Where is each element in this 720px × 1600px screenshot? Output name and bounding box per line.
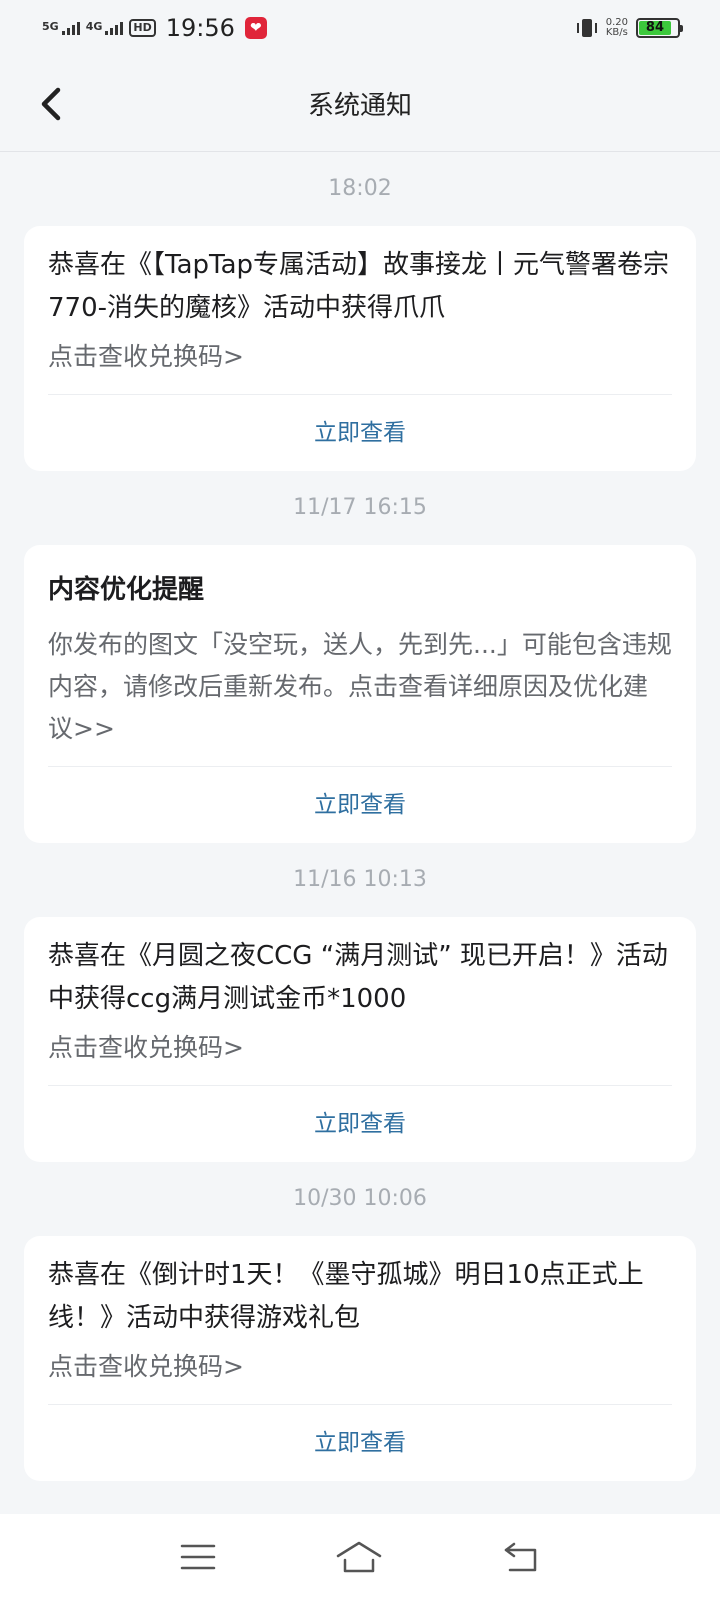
app-header: 系统通知 (0, 56, 720, 152)
notification-card[interactable]: 内容优化提醒 你发布的图文「没空玩，送人，先到先...」可能包含违规内容，请修改… (24, 545, 696, 843)
status-right: 0.20 KB/s 84 (576, 17, 683, 39)
4g-signal-icon: 4G (86, 21, 124, 35)
notification-body-link[interactable]: 点击查收兑换码> (48, 1340, 672, 1404)
view-now-button[interactable]: 立即查看 (48, 767, 672, 843)
5g-signal-icon: 5G (42, 21, 80, 35)
notification-timestamp: 11/16 10:13 (293, 867, 427, 892)
vibrate-icon (576, 17, 598, 39)
status-bar: 5G 4G HD 19:56 ❤ 0.20 KB/s 84 (0, 0, 720, 56)
battery-level: 84 (639, 21, 671, 35)
hd-voice-icon: HD (129, 19, 156, 37)
notification-timestamp: 11/17 16:15 (293, 495, 427, 520)
net2-label: 4G (85, 20, 103, 33)
speed-unit: KB/s (605, 27, 628, 38)
page-title: 系统通知 (307, 91, 412, 121)
view-now-button[interactable]: 立即查看 (48, 395, 672, 471)
notification-title: 内容优化提醒 (48, 575, 205, 605)
network-speed: 0.20 KB/s (606, 18, 628, 38)
chevron-left-icon (41, 87, 61, 121)
notification-title: 恭喜在《倒计时1天！《墨守孤城》明日10点正式上线！》活动中获得游戏礼包 (48, 1260, 644, 1333)
menu-icon[interactable] (180, 1542, 216, 1572)
system-nav-bar (0, 1514, 720, 1600)
back-button[interactable] (36, 82, 72, 126)
clock: 19:56 (165, 14, 235, 42)
view-now-button[interactable]: 立即查看 (48, 1086, 672, 1162)
notification-title: 恭喜在《【TapTap专属活动】故事接龙丨元气警署卷宗770-消失的魔核》活动中… (48, 250, 670, 323)
notification-title: 恭喜在《月圆之夜CCG “满月测试” 现已开启！》活动中获得ccg满月测试金币*… (48, 941, 668, 1014)
view-now-button[interactable]: 立即查看 (48, 1405, 672, 1481)
notification-card[interactable]: 恭喜在《月圆之夜CCG “满月测试” 现已开启！》活动中获得ccg满月测试金币*… (24, 917, 696, 1162)
notification-card[interactable]: 恭喜在《【TapTap专属活动】故事接龙丨元气警署卷宗770-消失的魔核》活动中… (24, 226, 696, 471)
battery-icon: 84 (636, 18, 683, 38)
notification-card[interactable]: 恭喜在《倒计时1天！《墨守孤城》明日10点正式上线！》活动中获得游戏礼包 点击查… (24, 1236, 696, 1481)
app-notification-icon: ❤ (244, 17, 267, 39)
notification-list[interactable]: 18:02 恭喜在《【TapTap专属活动】故事接龙丨元气警署卷宗770-消失的… (0, 152, 720, 1481)
back-icon[interactable] (502, 1541, 540, 1573)
notification-body-link[interactable]: 点击查收兑换码> (48, 1021, 672, 1085)
notification-timestamp: 10/30 10:06 (293, 1186, 427, 1211)
home-icon[interactable] (335, 1540, 383, 1574)
notification-body-link[interactable]: 点击查收兑换码> (48, 330, 672, 394)
notification-body-link[interactable]: 你发布的图文「没空玩，送人，先到先...」可能包含违规内容，请修改后重新发布。点… (48, 618, 672, 766)
status-left: 5G 4G HD 19:56 ❤ (42, 14, 267, 42)
net1-label: 5G (42, 20, 59, 33)
notification-timestamp: 18:02 (328, 176, 392, 201)
